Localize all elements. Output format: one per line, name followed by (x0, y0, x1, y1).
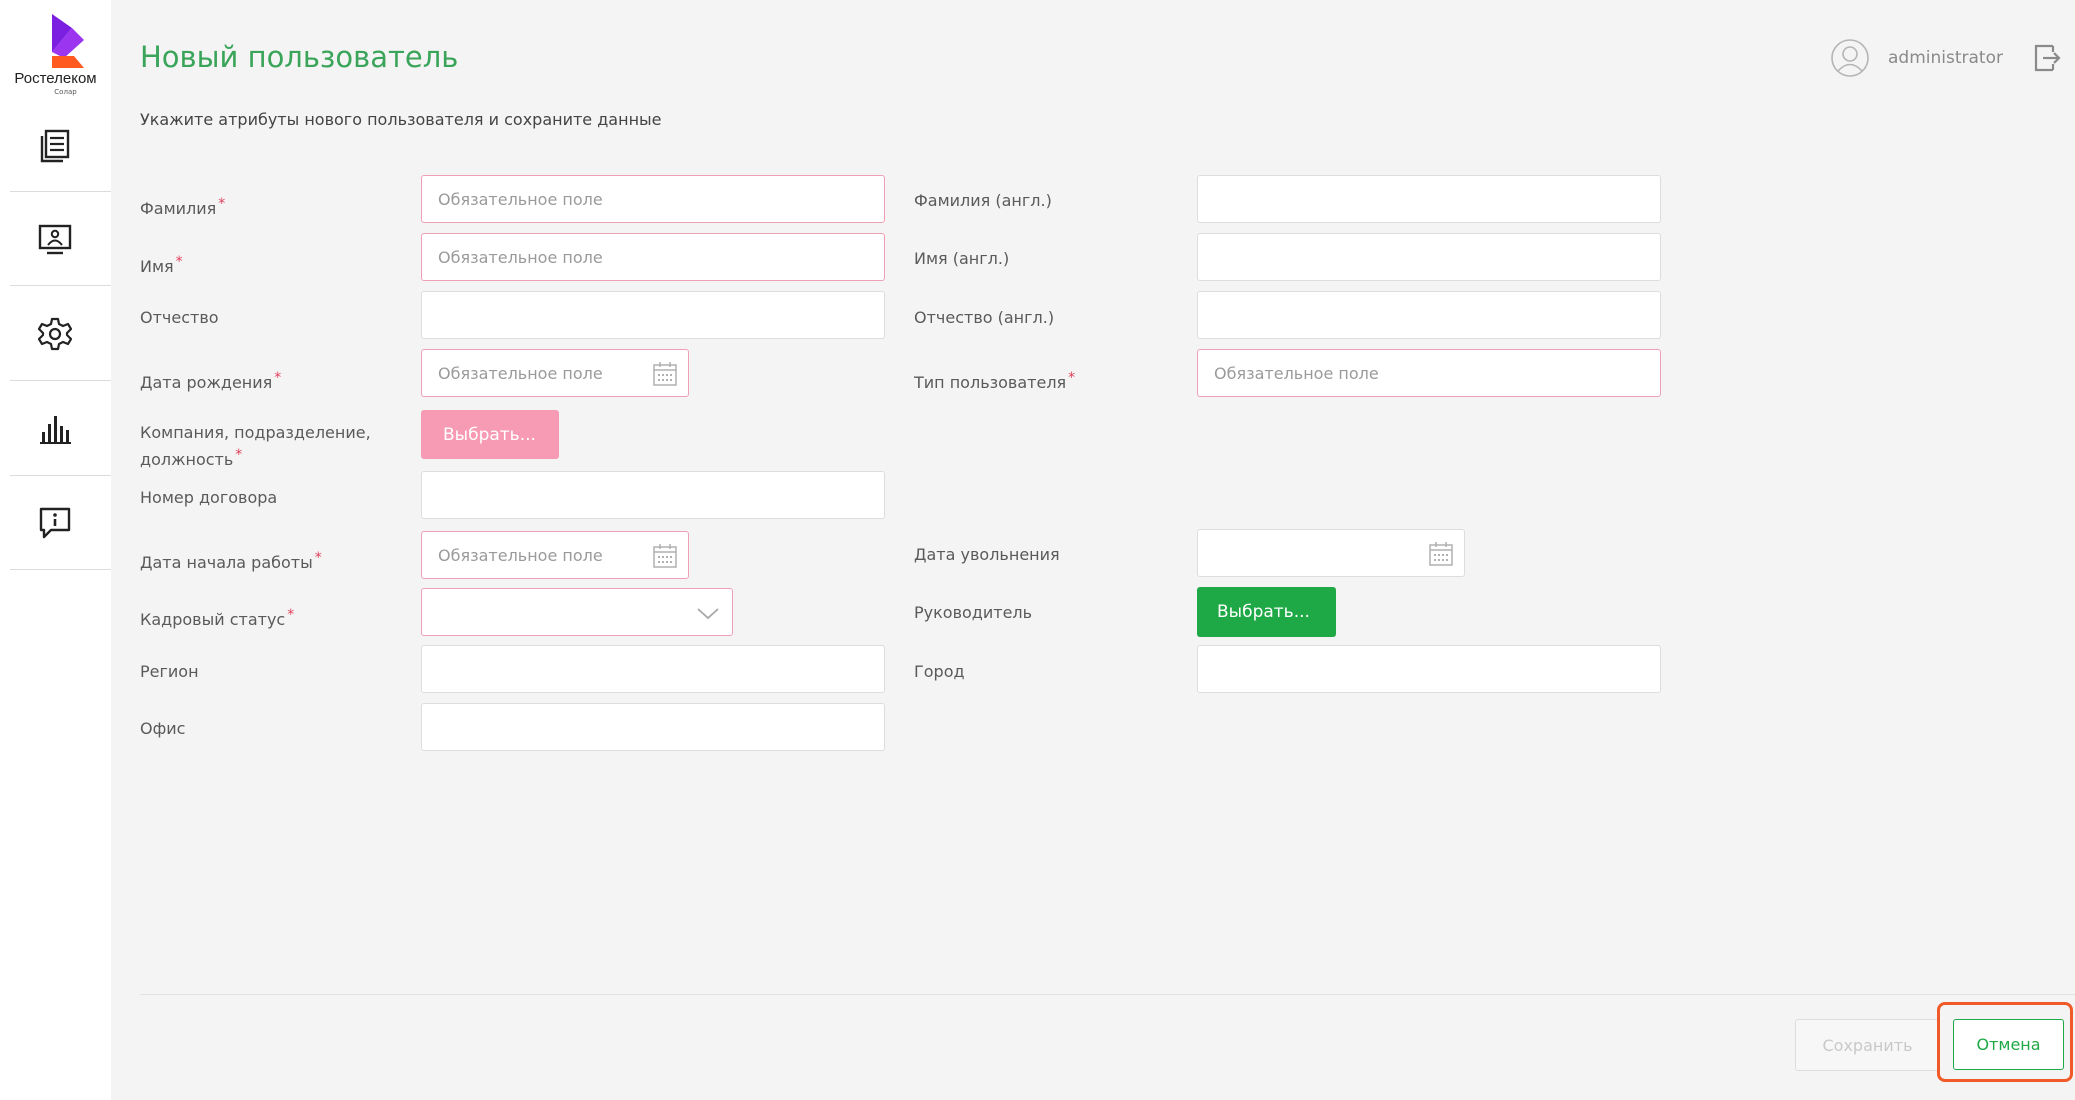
brand-sub: Солар (54, 88, 77, 96)
brand-name: Ростелеком (14, 70, 97, 87)
sidebar-item-settings[interactable] (10, 287, 111, 381)
gear-icon (37, 317, 72, 350)
brand-logo[interactable]: Ростелеком Солар (0, 8, 111, 100)
start-date-input[interactable]: Обязательное поле (421, 531, 689, 579)
label-last-name: Фамилия * (140, 196, 226, 218)
label-dismissal-date: Дата увольнения (914, 545, 1060, 564)
birth-date-input[interactable]: Обязательное поле (421, 349, 689, 397)
sidebar-item-reports[interactable] (10, 382, 111, 476)
sidebar: Ростелеком Солар (0, 0, 111, 1100)
calendar-icon[interactable] (652, 361, 678, 387)
logout-icon[interactable] (2033, 42, 2061, 74)
user-type-input[interactable]: Обязательное поле (1197, 349, 1661, 397)
label-first-name: Имя * (140, 254, 183, 276)
sidebar-item-documents[interactable] (10, 98, 111, 192)
last-name-en-input[interactable] (1197, 175, 1661, 223)
label-contract-number: Номер договора (140, 488, 278, 507)
middle-name-input[interactable] (421, 291, 885, 339)
document-list-icon (40, 129, 69, 162)
user-name[interactable]: administrator (1888, 48, 2003, 68)
cancel-button[interactable]: Отмена (1953, 1019, 2064, 1070)
label-hr-status: Кадровый статус * (140, 607, 295, 629)
calendar-icon[interactable] (1428, 541, 1454, 567)
label-user-type: Тип пользователя * (914, 370, 1076, 392)
first-name-input[interactable]: Обязательное поле (421, 233, 885, 281)
monitor-user-icon (38, 224, 71, 254)
label-start-date: Дата начала работы * (140, 550, 322, 572)
calendar-icon[interactable] (652, 543, 678, 569)
user-avatar-icon[interactable] (1830, 38, 1870, 78)
city-input[interactable] (1197, 645, 1661, 693)
office-input[interactable] (421, 703, 885, 751)
middle-name-en-input[interactable] (1197, 291, 1661, 339)
label-manager: Руководитель (914, 603, 1033, 622)
label-middle-name: Отчество (140, 308, 219, 327)
hr-status-select[interactable] (421, 588, 733, 636)
dismissal-date-input[interactable] (1197, 529, 1465, 577)
page-title: Новый пользователь (140, 40, 459, 74)
info-chat-icon (39, 507, 70, 538)
label-city: Город (914, 662, 965, 681)
label-company: Компания, подразделение, должность * (140, 423, 371, 469)
save-button[interactable]: Сохранить (1795, 1019, 1940, 1071)
company-select-button[interactable]: Выбрать... (421, 410, 559, 459)
first-name-en-input[interactable] (1197, 233, 1661, 281)
page-subtitle: Укажите атрибуты нового пользователя и с… (140, 110, 662, 129)
region-input[interactable] (421, 645, 885, 693)
bar-chart-icon (39, 415, 71, 444)
last-name-input[interactable]: Обязательное поле (421, 175, 885, 223)
label-region: Регион (140, 662, 199, 681)
label-birth-date: Дата рождения * (140, 370, 282, 392)
label-last-name-en: Фамилия (англ.) (914, 191, 1052, 210)
rostelecom-logo-icon (52, 14, 84, 68)
label-office: Офис (140, 719, 186, 738)
label-middle-name-en: Отчество (англ.) (914, 308, 1055, 327)
label-first-name-en: Имя (англ.) (914, 249, 1010, 268)
chevron-down-icon[interactable] (696, 603, 720, 623)
sidebar-item-feedback[interactable] (10, 476, 111, 570)
manager-select-button[interactable]: Выбрать... (1197, 587, 1336, 637)
sidebar-item-monitor[interactable] (10, 192, 111, 286)
footer-divider (140, 994, 2075, 995)
contract-number-input[interactable] (421, 471, 885, 519)
user-box: administrator (1830, 38, 2061, 78)
